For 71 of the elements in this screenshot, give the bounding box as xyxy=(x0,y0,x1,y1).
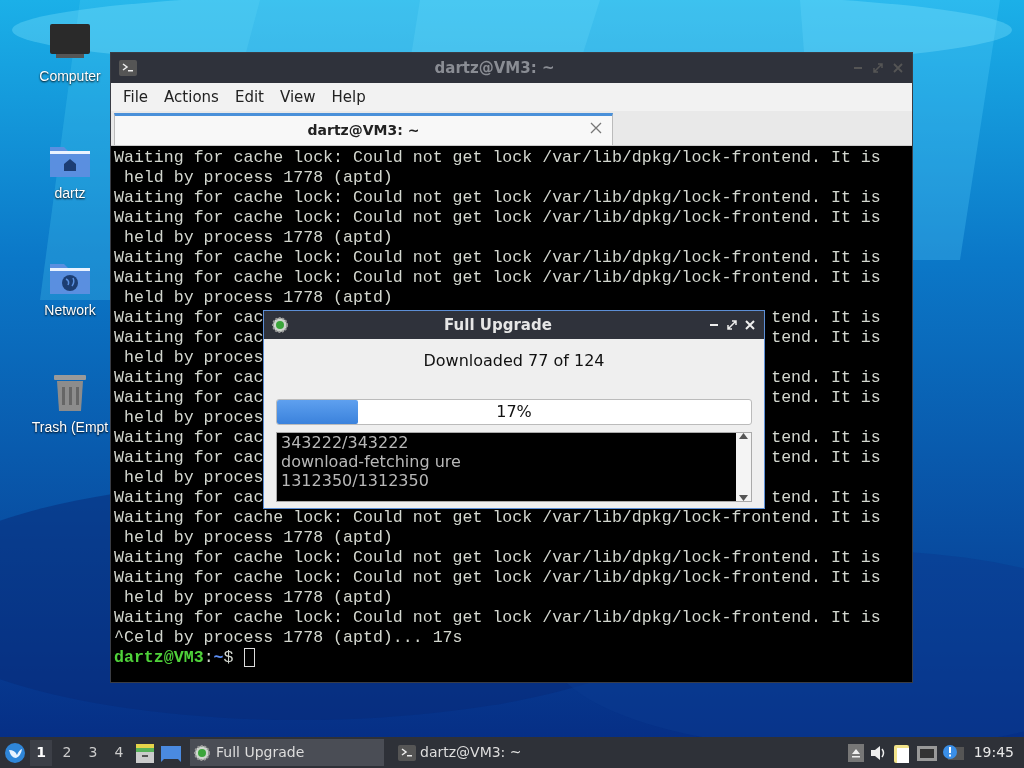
terminal-line: Waiting for cac xyxy=(114,308,264,328)
terminal-line: Waiting for cac xyxy=(114,388,264,408)
status-text: Downloaded 77 of 124 xyxy=(422,350,606,372)
terminal-line: tend. It is xyxy=(771,368,881,388)
workspace-button[interactable]: 2 xyxy=(56,739,78,766)
terminal-line: held by process 1778 (aptd) xyxy=(122,588,393,608)
window-title: Full Upgrade xyxy=(443,314,553,336)
terminal-line: held by proces xyxy=(122,408,264,428)
scrollbar[interactable] xyxy=(736,433,751,501)
terminal-line: held by proces xyxy=(122,348,264,368)
terminal-tab[interactable]: dartz@VM3: ~ xyxy=(114,113,613,145)
terminal-line: Waiting for cache lock: Could not get lock /var/lib/dpkg/lock-frontend. It is xyxy=(114,268,881,288)
menu-item[interactable]: Help xyxy=(323,85,374,109)
terminal-line: Waiting for cache lock: Could not get lock /var/lib/dpkg/lock-frontend. It is xyxy=(114,608,881,628)
log-line: 1312350/1312350 xyxy=(281,471,430,490)
gear-icon xyxy=(194,744,212,761)
terminal-line: Waiting for cac xyxy=(114,368,264,388)
clock[interactable]: 19:45 xyxy=(973,742,1014,763)
workspace-button[interactable]: 4 xyxy=(108,739,130,766)
terminal-icon xyxy=(398,744,416,761)
terminal-line: held by proces xyxy=(122,468,264,488)
terminal-line: ^Celd by process 1778 (aptd)... 17s xyxy=(114,628,463,648)
eject-icon[interactable] xyxy=(847,743,864,762)
terminal-line: Waiting for cache lock: Could not get lock /var/lib/dpkg/lock-frontend. It is xyxy=(114,568,881,588)
prompt-path: ~ xyxy=(213,648,224,668)
terminal-line: held by process 1778 (aptd) xyxy=(122,288,393,308)
workspace-button[interactable]: 1 xyxy=(30,739,52,766)
terminal-line: tend. It is xyxy=(771,388,881,408)
terminal-line: held by process 1778 (aptd) xyxy=(122,528,393,548)
terminal-line: Waiting for cache lock: Could not get lock /var/lib/dpkg/lock-frontend. It is xyxy=(114,208,881,228)
taskbar-task[interactable]: Full Upgrade xyxy=(190,739,384,766)
icon-label[interactable]: Trash (Empt xyxy=(31,417,109,438)
workspace-button[interactable]: 3 xyxy=(82,739,104,766)
log-line: download-fetching ure xyxy=(281,452,462,471)
terminal-line: held by process 1778 (aptd) xyxy=(122,168,393,188)
start-menu-icon[interactable] xyxy=(4,741,26,764)
terminal-line: tend. It is xyxy=(771,488,881,508)
scroll-up-icon[interactable] xyxy=(739,433,748,439)
terminal-line: Waiting for cache lock: Could not get lock /var/lib/dpkg/lock-frontend. It is xyxy=(114,548,881,568)
prompt-separator: : xyxy=(203,648,214,668)
terminal-line: Waiting for cac xyxy=(114,328,264,348)
taskbar-task[interactable]: dartz@VM3: ~ xyxy=(394,739,526,766)
text-cursor xyxy=(243,648,255,667)
prompt-user: dartz@VM3 xyxy=(114,648,204,668)
menu-item[interactable]: Edit xyxy=(226,85,272,109)
terminal-icon[interactable] xyxy=(119,60,137,76)
terminal-line: Waiting for cac xyxy=(114,488,264,508)
terminal-line: tend. It is xyxy=(771,428,881,448)
terminal-line: Waiting for cache lock: Could not get lock /var/lib/dpkg/lock-frontend. It is xyxy=(114,248,881,268)
icon-label[interactable]: Network xyxy=(44,300,96,321)
notification-icon[interactable] xyxy=(941,743,964,762)
menu-item[interactable]: File xyxy=(115,85,157,109)
file-cabinet-icon[interactable] xyxy=(134,741,156,764)
terminal-line: Waiting for cache lock: Could not get lock /var/lib/dpkg/lock-frontend. It is xyxy=(114,508,881,528)
terminal-line: Waiting for cac xyxy=(114,448,264,468)
gear-icon xyxy=(272,317,288,333)
terminal-line: Waiting for cac xyxy=(114,428,264,448)
menu-item[interactable]: View xyxy=(271,85,324,109)
network-icon[interactable] xyxy=(915,743,938,762)
terminal-line: tend. It is xyxy=(771,328,881,348)
log-line: 343222/343222 xyxy=(281,433,410,452)
scroll-down-icon[interactable] xyxy=(739,495,748,501)
terminal-line: Waiting for cache lock: Could not get lock /var/lib/dpkg/lock-frontend. It is xyxy=(114,188,881,208)
menu-item[interactable]: Actions xyxy=(156,85,227,109)
terminal-line: Waiting for cache lock: Could not get lock /var/lib/dpkg/lock-frontend. It is xyxy=(114,148,881,168)
terminal-line: tend. It is xyxy=(771,308,881,328)
terminal-line: held by process 1778 (aptd) xyxy=(122,228,393,248)
prompt-symbol: $ xyxy=(223,648,234,668)
progress-label: 17% xyxy=(496,401,532,423)
window-title: dartz@VM3: ~ xyxy=(433,57,556,79)
terminal-line: tend. It is xyxy=(771,448,881,468)
